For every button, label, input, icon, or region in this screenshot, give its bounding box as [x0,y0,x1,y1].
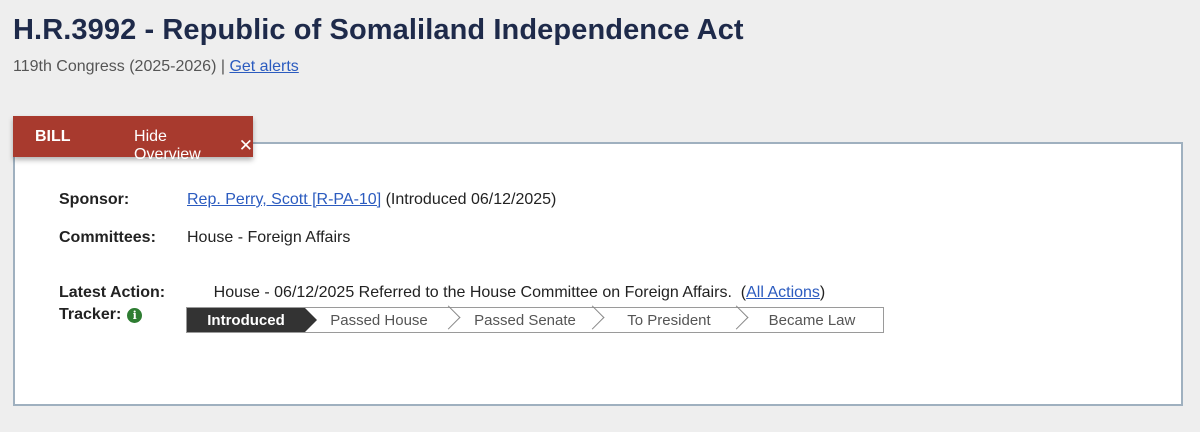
latest-action-text: House - 06/12/2025 Referred to the House… [213,284,747,301]
tracker-label-wrap: Tracker: i [59,306,187,324]
latest-action-close: ) [819,284,826,301]
congress-line: 119th Congress (2025-2026) | Get alerts [13,58,299,76]
sponsor-introduced: (Introduced 06/12/2025) [381,191,557,208]
status-tracker: Introduced Passed House Passed Senate To… [186,305,884,333]
tab-bill[interactable]: BILL [13,116,105,146]
committees-value: House - Foreign Affairs [187,229,351,246]
tracker-step-passed-senate: Passed Senate [453,305,605,332]
tracker-step-passed-house-label: Passed House [330,311,428,329]
bill-tab-bar: BILL Hide Overview ✕ [13,116,253,163]
overview-panel: Sponsor: Rep. Perry, Scott [R-PA-10] (In… [13,142,1183,406]
sponsor-link[interactable]: Rep. Perry, Scott [R-PA-10] [187,191,381,208]
sponsor-value: Rep. Perry, Scott [R-PA-10] (Introduced … [187,191,556,209]
tracker-label: Tracker: [59,306,122,323]
page-title: H.R.3992 - Republic of Somaliland Indepe… [13,14,744,46]
tracker-step-to-president: To President [597,305,749,332]
congress-session: 119th Congress (2025-2026) [13,58,217,75]
sponsor-label: Sponsor: [59,191,130,208]
tracker-step-passed-senate-label: Passed Senate [474,311,576,329]
all-actions-link[interactable]: All Actions [746,284,820,301]
tracker-row: Tracker: i [59,306,187,324]
committees-row: Committees: House - Foreign Affairs [59,229,350,247]
hide-overview-button[interactable]: Hide Overview ✕ [105,116,253,164]
tracker-step-introduced: Introduced [187,308,317,332]
close-icon: ✕ [238,136,253,155]
separator: | [216,58,230,75]
hide-overview-label: Hide Overview [134,128,201,163]
tracker-step-passed-house: Passed House [305,305,461,332]
committees-label: Committees: [59,229,156,246]
tracker-step-to-president-label: To President [627,311,711,329]
info-icon[interactable]: i [127,307,143,323]
get-alerts-link[interactable]: Get alerts [229,58,298,75]
tracker-step-became-law: Became Law [768,311,856,329]
sponsor-row: Sponsor: Rep. Perry, Scott [R-PA-10] (In… [59,191,556,209]
